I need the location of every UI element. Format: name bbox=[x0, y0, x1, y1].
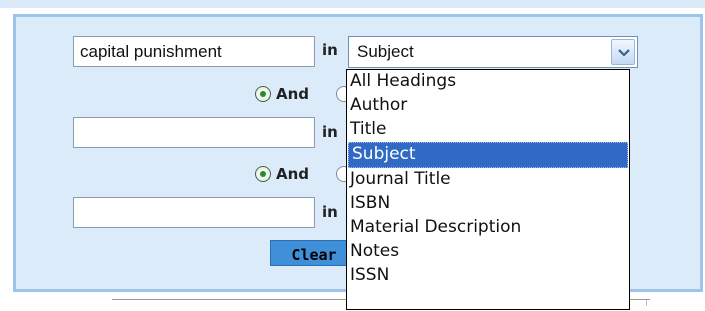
operator-and-label-1: And bbox=[276, 85, 310, 103]
dropdown-option-issn[interactable]: ISSN bbox=[347, 264, 629, 288]
dropdown-option-all-headings[interactable]: All Headings bbox=[347, 70, 629, 94]
dropdown-arrow-button[interactable] bbox=[611, 39, 635, 65]
clear-button[interactable]: Clear bbox=[270, 240, 348, 266]
dropdown-option-author[interactable]: Author bbox=[347, 94, 629, 118]
dropdown-option-journal-title[interactable]: Journal Title bbox=[347, 168, 629, 192]
operator-and-label-2: And bbox=[276, 165, 310, 183]
search-term-input-3[interactable] bbox=[73, 197, 315, 228]
in-label-1: in bbox=[322, 41, 338, 59]
field-select-value: Subject bbox=[357, 42, 414, 61]
operator-and-radio-2[interactable] bbox=[255, 166, 271, 182]
top-strip bbox=[0, 0, 705, 8]
operator-and-radio-1[interactable] bbox=[255, 86, 271, 102]
dropdown-option-title[interactable]: Title bbox=[347, 118, 629, 142]
field-select-1[interactable]: Subject bbox=[348, 36, 638, 68]
in-label-2: in bbox=[322, 123, 338, 141]
search-term-input-2[interactable] bbox=[73, 117, 315, 148]
dropdown-option-isbn[interactable]: ISBN bbox=[347, 192, 629, 216]
radio-checked-dot bbox=[260, 171, 266, 177]
in-label-3: in bbox=[322, 203, 338, 221]
dropdown-option-notes[interactable]: Notes bbox=[347, 240, 629, 264]
search-term-input-1[interactable] bbox=[73, 36, 315, 67]
field-dropdown-list[interactable]: All Headings Author Title Subject Journa… bbox=[346, 69, 630, 310]
chevron-down-icon bbox=[618, 49, 630, 57]
dropdown-option-subject[interactable]: Subject bbox=[348, 142, 628, 168]
dropdown-option-material-description[interactable]: Material Description bbox=[347, 216, 629, 240]
radio-checked-dot bbox=[260, 91, 266, 97]
